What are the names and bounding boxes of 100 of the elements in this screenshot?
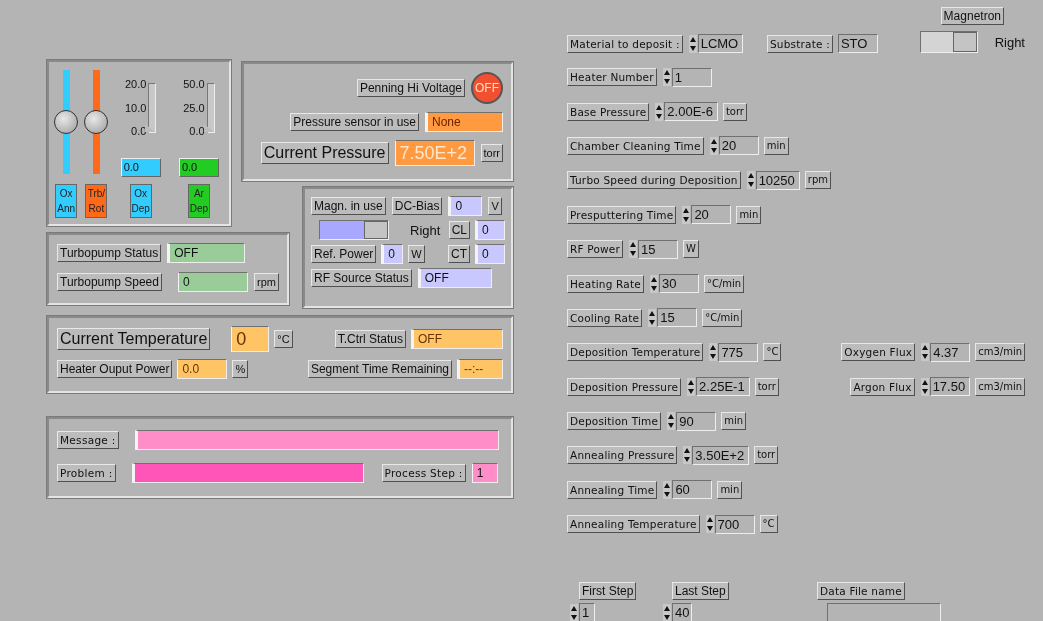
numeric-field[interactable]: 10250 xyxy=(755,170,800,190)
indicator-field: 0 xyxy=(381,244,404,264)
numeric-field[interactable]: 2.25E-1 xyxy=(696,377,750,397)
unit-label: torr xyxy=(722,102,747,121)
numeric-field[interactable]: 15 xyxy=(657,308,698,328)
unit-label: min xyxy=(763,136,789,155)
field-label: CT xyxy=(448,245,470,263)
numeric-field[interactable]: 20 xyxy=(718,136,759,156)
field-label: Turbo Speed during Deposition xyxy=(567,171,741,190)
field-label: Data File name xyxy=(817,582,905,600)
indicator-field: --:-- xyxy=(457,359,503,379)
unit-label: min xyxy=(717,480,743,499)
spinner-icon[interactable] xyxy=(629,240,638,259)
field-label: Base Pressure xyxy=(567,102,650,121)
spinner-icon[interactable] xyxy=(649,274,658,293)
field-label: Ref. Power xyxy=(311,245,377,263)
slider-thumb[interactable] xyxy=(53,110,78,134)
numeric-field[interactable]: 17.50 xyxy=(929,377,971,397)
slider-thumb[interactable] xyxy=(83,110,108,134)
flow-label: Trb/ Rot xyxy=(85,184,108,218)
field-label: Segment Time Remaining xyxy=(307,360,452,378)
toggle-switch[interactable] xyxy=(919,31,978,53)
field-label: Turbopump Speed xyxy=(57,273,162,291)
indicator-field: None xyxy=(425,112,503,132)
spinner-icon[interactable] xyxy=(663,480,672,499)
numeric-field[interactable]: 2.00E-6 xyxy=(664,102,718,122)
indicator-field: 0 xyxy=(475,244,505,264)
spinner-icon[interactable] xyxy=(663,603,671,621)
flow-label: Ox Dep xyxy=(129,184,152,218)
unit-label: W xyxy=(408,245,425,263)
field-label: Oxygen Flux xyxy=(841,343,916,362)
spinner-icon[interactable] xyxy=(683,446,692,465)
numeric-field[interactable]: 775 xyxy=(718,342,759,362)
numeric-field[interactable]: 4.37 xyxy=(930,342,971,362)
indicator-field: 0 xyxy=(448,196,483,216)
indicator-field: 0 xyxy=(231,326,270,352)
file-name-field[interactable] xyxy=(827,603,941,621)
numeric-field[interactable]: 1 xyxy=(671,67,712,87)
unit-label: °C xyxy=(763,343,782,362)
unit-label: °C xyxy=(274,330,293,348)
spinner-icon[interactable] xyxy=(746,171,755,190)
scale-tick: 50.0 xyxy=(183,78,205,91)
indicator-field: OFF xyxy=(411,329,503,349)
spinner-icon[interactable] xyxy=(667,412,676,431)
unit-label: rpm xyxy=(254,273,279,291)
spinner-icon[interactable] xyxy=(709,136,718,155)
scale-tick: 10.0 xyxy=(124,101,147,115)
numeric-field[interactable]: 90 xyxy=(676,411,717,431)
switch-label: Right xyxy=(994,34,1025,50)
field-label: Heating Rate xyxy=(567,274,644,293)
field-label: DC-Bias xyxy=(391,197,443,215)
field-label: Substrate : xyxy=(766,34,833,53)
spinner-icon[interactable] xyxy=(709,343,718,362)
spinner-icon[interactable] xyxy=(662,68,671,87)
numeric-field[interactable]: 15 xyxy=(638,239,679,259)
numeric-field[interactable]: 3.50E+2 xyxy=(692,446,750,465)
numeric-field[interactable]: 700 xyxy=(714,514,755,534)
field-label: Heater Ouput Power xyxy=(57,360,173,378)
spinner-icon[interactable] xyxy=(705,515,714,534)
field-label: Current Temperature xyxy=(57,328,211,350)
field-label: First Step xyxy=(579,582,637,600)
field-label: Penning Hi Voltage xyxy=(356,79,465,97)
numeric-field[interactable]: 20 xyxy=(691,205,732,225)
field-label: T.Ctrl Status xyxy=(334,330,406,348)
unit-label: min xyxy=(721,412,747,431)
numeric-field[interactable]: 30 xyxy=(658,274,699,294)
indicator-field: OFF xyxy=(167,243,246,263)
field-label: Last Step xyxy=(672,582,729,600)
field-label: Heater Number xyxy=(567,68,657,87)
spinner-icon[interactable] xyxy=(920,377,929,396)
numeric-field[interactable]: 60 xyxy=(672,480,713,500)
numeric-field[interactable]: STO xyxy=(837,34,878,53)
unit-label: cm3/min xyxy=(975,377,1025,396)
field-label: Argon Flux xyxy=(850,377,915,396)
spinner-icon[interactable] xyxy=(570,603,578,621)
toggle-switch[interactable] xyxy=(319,220,389,240)
indicator-field: 0.0 xyxy=(177,359,228,379)
spinner-icon[interactable] xyxy=(921,343,930,362)
unit-label: V xyxy=(488,197,502,215)
spinner-icon[interactable] xyxy=(682,205,691,224)
switch-label: Right xyxy=(410,222,441,238)
scale-tick: 0.0 xyxy=(189,125,205,138)
field-label: Annealing Pressure xyxy=(567,446,678,465)
numeric-field[interactable]: 40 xyxy=(672,603,693,621)
numeric-field[interactable]: 1 xyxy=(579,603,595,621)
field-label: Process Step : xyxy=(381,464,466,482)
spinner-icon[interactable] xyxy=(648,308,657,327)
spinner-icon[interactable] xyxy=(687,377,696,396)
reading-field: 0.0 xyxy=(120,157,161,177)
field-label: Message : xyxy=(57,431,119,449)
spinner-icon[interactable] xyxy=(688,34,697,53)
field-label: CL xyxy=(448,221,470,239)
scale-tick: 20.0 xyxy=(124,78,147,91)
unit-label: torr xyxy=(480,144,503,162)
flow-label: Ar Dep xyxy=(187,184,210,218)
field-label: Deposition Time xyxy=(567,412,662,431)
unit-label: torr xyxy=(754,377,779,396)
field-label: Pressure sensor in use xyxy=(290,113,419,131)
spinner-icon[interactable] xyxy=(655,102,664,121)
numeric-field[interactable]: LCMO xyxy=(697,34,744,53)
